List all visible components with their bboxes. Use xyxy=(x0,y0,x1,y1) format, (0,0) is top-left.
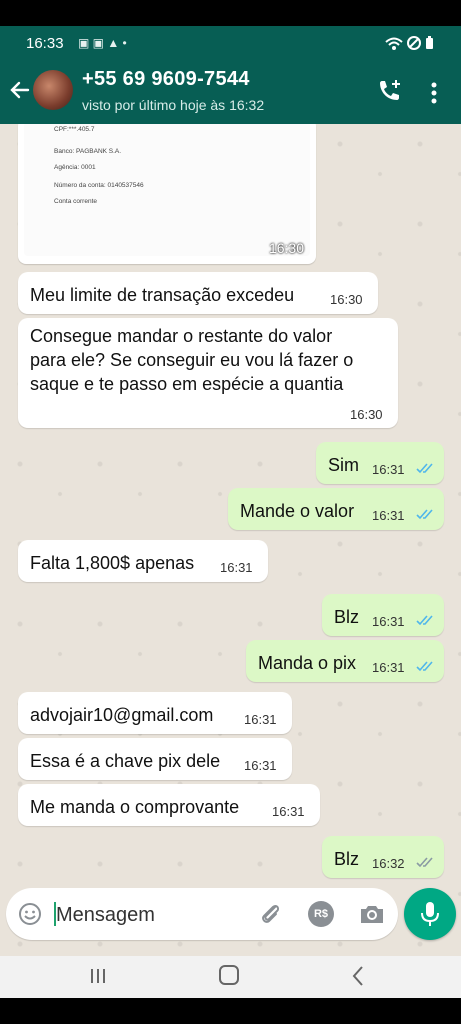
incoming-message[interactable]: Meu limite de transação excedeu 16:30 xyxy=(18,272,378,314)
message-time: 16:31 xyxy=(244,712,277,727)
message-text: Mande o valor xyxy=(240,501,355,521)
read-check-icon xyxy=(416,463,433,474)
message-time: 16:31 xyxy=(372,508,405,523)
read-check-icon xyxy=(416,615,433,626)
message-text-line: para ele? Se conseguir eu vou lá fazer o xyxy=(30,350,354,370)
system-back-icon[interactable] xyxy=(348,964,368,988)
message-text: Manda o pix xyxy=(258,653,357,673)
add-call-icon[interactable] xyxy=(374,78,404,108)
message-text: Blz xyxy=(334,849,360,869)
notification-icon: ▣ ▣ ▲ • xyxy=(78,36,127,50)
contact-avatar[interactable] xyxy=(33,70,73,110)
chat-area[interactable]: CPF:***.405.7 Banco: PAGBANK S.A. Agênci… xyxy=(0,124,461,956)
message-text: Blz xyxy=(334,607,360,627)
message-time: 16:31 xyxy=(372,660,405,675)
last-seen-status: visto por último hoje às 16:32 xyxy=(82,97,265,113)
doc-line: Banco: PAGBANK S.A. xyxy=(54,148,122,155)
incoming-message[interactable]: Me manda o comprovante 16:31 xyxy=(18,784,320,826)
message-time: 16:32 xyxy=(372,856,405,871)
message-text: Meu limite de transação excedeu xyxy=(30,285,295,305)
outgoing-message[interactable]: Blz 16:32 xyxy=(322,836,444,878)
outgoing-message[interactable]: Blz 16:31 xyxy=(322,594,444,636)
back-arrow-icon[interactable] xyxy=(8,78,32,102)
camera-icon[interactable] xyxy=(358,901,386,927)
system-icons xyxy=(385,36,433,50)
doc-line: Conta corrente xyxy=(54,198,97,205)
incoming-message[interactable]: Consegue mandar o restante do valor para… xyxy=(18,318,398,428)
message-time: 16:31 xyxy=(272,804,305,819)
chat-header: +55 69 9609-7544 visto por último hoje à… xyxy=(0,62,461,124)
message-text: Sim xyxy=(328,455,359,475)
recent-apps-icon[interactable] xyxy=(88,967,108,985)
screen-bottom-edge xyxy=(0,998,461,1024)
doc-line: CPF:***.405.7 xyxy=(54,126,95,133)
voice-message-button[interactable] xyxy=(404,888,456,940)
message-text-line: saque e te passo em espécie a quantia xyxy=(30,374,344,394)
status-time: 16:33 xyxy=(26,35,64,52)
outgoing-message[interactable]: Mande o valor 16:31 xyxy=(228,488,444,530)
message-time: 16:31 xyxy=(372,614,405,629)
delivered-check-icon xyxy=(416,857,433,868)
contact-name[interactable]: +55 69 9609-7544 xyxy=(82,68,250,91)
home-icon[interactable] xyxy=(219,965,239,985)
emoji-icon[interactable] xyxy=(18,902,42,926)
message-text: Essa é a chave pix dele xyxy=(30,751,221,771)
doc-line: Agência: 0001 xyxy=(54,164,96,171)
more-options-icon[interactable] xyxy=(427,78,441,108)
message-time: 16:30 xyxy=(330,292,363,307)
message-text-line: Consegue mandar o restante do valor xyxy=(30,326,333,346)
document-preview: CPF:***.405.7 Banco: PAGBANK S.A. Agênci… xyxy=(24,124,310,256)
incoming-message[interactable]: Falta 1,800$ apenas 16:31 xyxy=(18,540,268,582)
message-text: advojair10@gmail.com xyxy=(30,705,214,725)
payment-icon[interactable]: R$ xyxy=(308,901,334,927)
message-input[interactable] xyxy=(54,896,248,934)
incoming-message[interactable]: Essa é a chave pix dele 16:31 xyxy=(18,738,292,780)
message-time: 16:30 xyxy=(350,407,383,422)
outgoing-message[interactable]: Sim 16:31 xyxy=(316,442,444,484)
screen-top-edge xyxy=(0,0,461,26)
attach-icon[interactable] xyxy=(258,901,284,927)
message-text: Me manda o comprovante xyxy=(30,797,240,817)
message-time: 16:30 xyxy=(268,240,304,256)
message-text: Falta 1,800$ apenas xyxy=(30,553,195,573)
read-check-icon xyxy=(416,509,433,520)
microphone-icon xyxy=(421,902,439,926)
system-navigation-bar xyxy=(0,956,461,998)
incoming-message[interactable]: advojair10@gmail.com 16:31 xyxy=(18,692,292,734)
message-time: 16:31 xyxy=(244,758,277,773)
document-image-message[interactable]: CPF:***.405.7 Banco: PAGBANK S.A. Agênci… xyxy=(18,124,316,264)
doc-line: Número da conta: 0140537546 xyxy=(54,182,144,189)
message-input-bar: R$ xyxy=(6,888,398,940)
message-time: 16:31 xyxy=(372,462,405,477)
outgoing-message[interactable]: Manda o pix 16:31 xyxy=(246,640,444,682)
message-time: 16:31 xyxy=(220,560,253,575)
status-bar: 16:33 ▣ ▣ ▲ • xyxy=(0,26,461,62)
read-check-icon xyxy=(416,661,433,672)
